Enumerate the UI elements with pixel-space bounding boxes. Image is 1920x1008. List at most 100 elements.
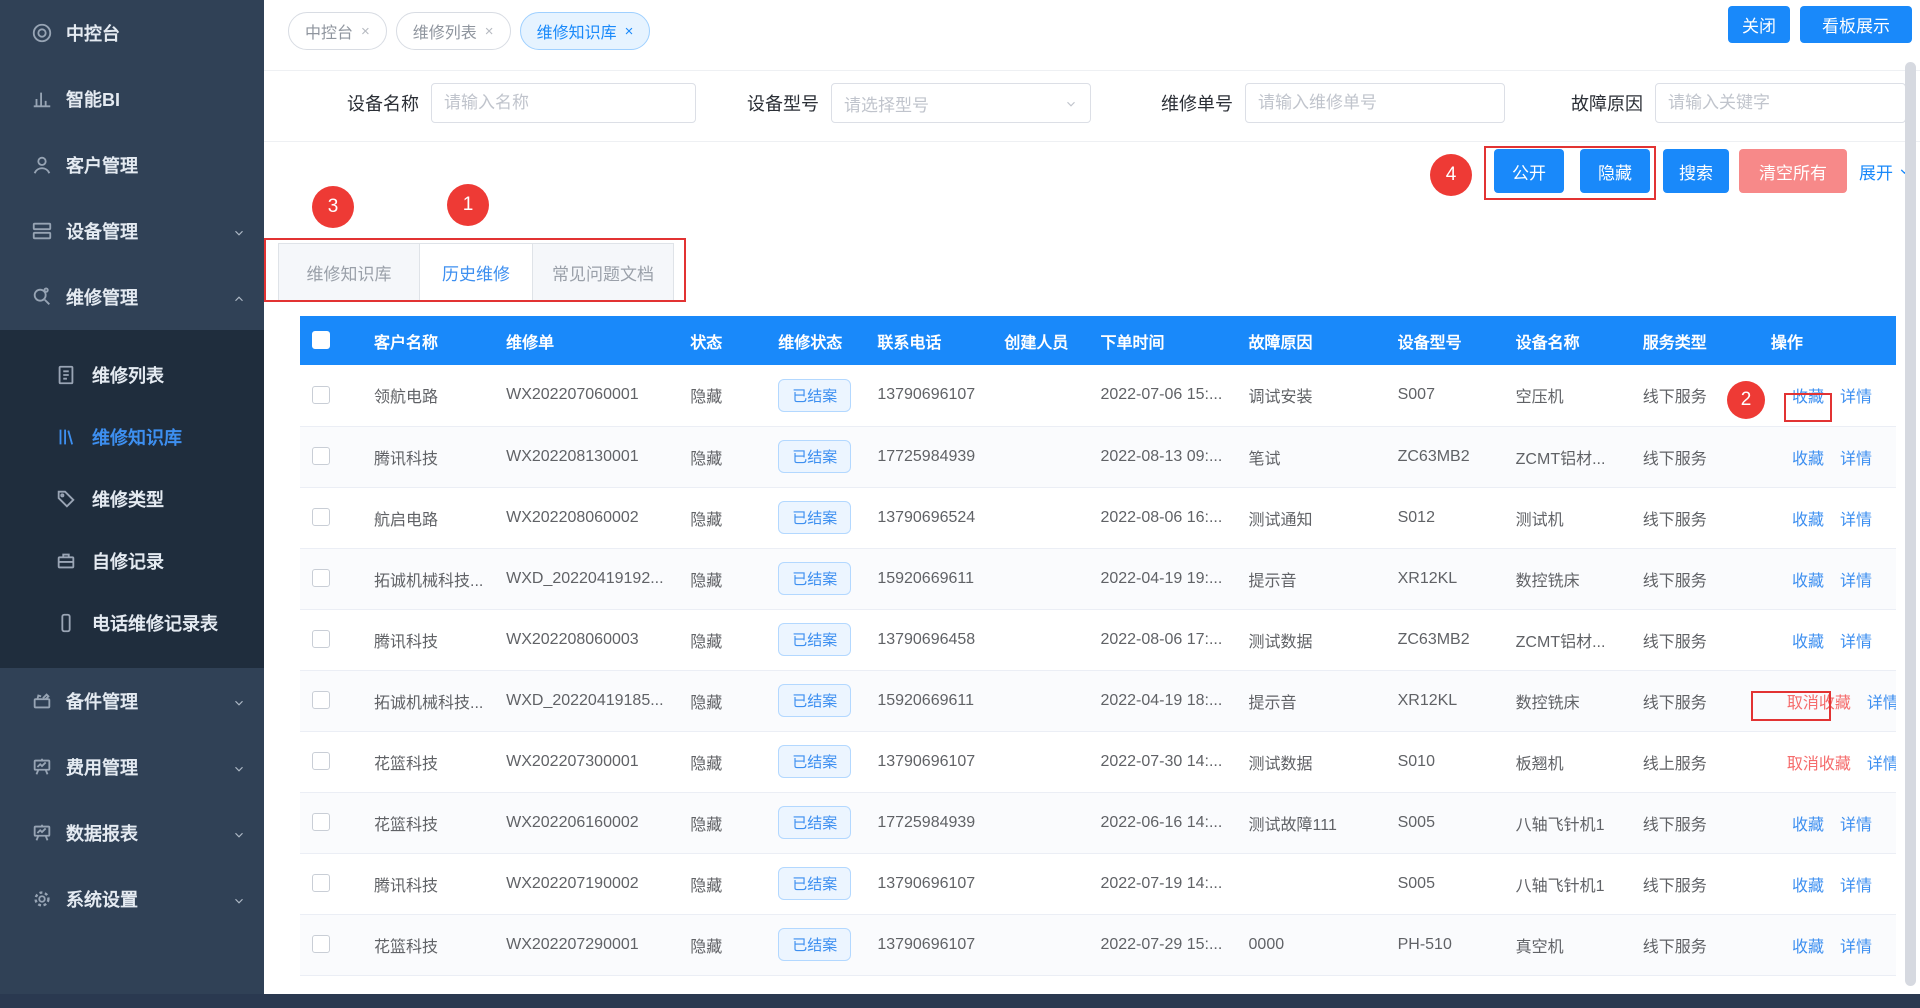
cell-time: 2022-07-29 15:... <box>1088 914 1236 975</box>
sidebar-item-console[interactable]: 中控台 <box>0 0 264 66</box>
cell-device: 八轴飞针机1 <box>1504 853 1631 914</box>
sidebar-item-settings[interactable]: 系统设置 <box>0 866 264 932</box>
clear-all-button[interactable]: 清空所有 <box>1739 149 1847 193</box>
detail-link[interactable]: 详情 <box>1867 695 1896 712</box>
cell-customer: 腾讯科技 <box>362 426 494 487</box>
cell-repair-status: 已结案 <box>766 914 865 975</box>
status-badge: 已结案 <box>778 806 851 839</box>
detail-link[interactable]: 详情 <box>1867 756 1896 773</box>
cell-fault: 调试安装 <box>1237 365 1386 426</box>
close-icon[interactable]: × <box>625 23 634 40</box>
sidebar-item-label: 中控台 <box>66 20 120 46</box>
sidebar-item-spare-parts[interactable]: 备件管理 <box>0 668 264 734</box>
device-model-select[interactable]: 请选择型号 <box>831 83 1091 123</box>
detail-link[interactable]: 详情 <box>1840 451 1872 468</box>
row-checkbox[interactable] <box>312 813 330 831</box>
sidebar-item-label: 系统设置 <box>66 886 138 912</box>
expand-link[interactable]: 展开 <box>1859 149 1911 193</box>
repair-order-input[interactable] <box>1245 83 1505 123</box>
detail-link[interactable]: 详情 <box>1840 389 1872 406</box>
favorite-link[interactable]: 收藏 <box>1792 573 1824 590</box>
status-badge: 已结案 <box>778 867 851 900</box>
favorite-link[interactable]: 收藏 <box>1792 451 1824 468</box>
row-checkbox[interactable] <box>312 508 330 526</box>
sidebar-item-knowledge-base[interactable]: 维修知识库 <box>0 406 264 468</box>
cell-service: 线下服务 <box>1631 487 1759 548</box>
cell-order: WXD_20220419192... <box>494 548 678 609</box>
col-status: 状态 <box>678 316 766 365</box>
tag-chip-knowledge-base[interactable]: 维修知识库 × <box>520 12 651 50</box>
repair-order-field: 维修单号 <box>1161 83 1505 123</box>
sidebar-item-devices[interactable]: 设备管理 <box>0 198 264 264</box>
device-name-input[interactable] <box>431 83 696 123</box>
sidebar-item-label: 维修知识库 <box>92 424 182 450</box>
row-checkbox[interactable] <box>312 630 330 648</box>
sidebar-item-phone-records[interactable]: 电话维修记录表 <box>0 592 264 654</box>
cell-status: 隐藏 <box>678 792 766 853</box>
favorite-link[interactable]: 收藏 <box>1792 817 1824 834</box>
select-all-checkbox[interactable] <box>312 331 330 349</box>
favorite-link[interactable]: 收藏 <box>1792 878 1824 895</box>
tag-icon <box>55 488 77 510</box>
repair-order-label: 维修单号 <box>1161 90 1233 116</box>
sidebar-item-repair-mgmt[interactable]: 维修管理 <box>0 264 264 330</box>
sidebar-item-self-repair[interactable]: 自修记录 <box>0 530 264 592</box>
detail-link[interactable]: 详情 <box>1840 573 1872 590</box>
sidebar-item-fees[interactable]: 费用管理 <box>0 734 264 800</box>
detail-link[interactable]: 详情 <box>1840 817 1872 834</box>
detail-link[interactable]: 详情 <box>1840 634 1872 651</box>
sidebar-item-bi[interactable]: 智能BI <box>0 66 264 132</box>
cell-order: WXD_20220419185... <box>494 670 678 731</box>
sidebar-item-reports[interactable]: 数据报表 <box>0 800 264 866</box>
detail-link[interactable]: 详情 <box>1840 878 1872 895</box>
cancel-favorite-link[interactable]: 取消收藏 <box>1787 756 1851 773</box>
detail-link[interactable]: 详情 <box>1840 939 1872 956</box>
expand-label: 展开 <box>1859 159 1893 184</box>
sidebar-item-customers[interactable]: 客户管理 <box>0 132 264 198</box>
row-checkbox[interactable] <box>312 386 330 404</box>
cell-service: 线下服务 <box>1631 548 1759 609</box>
cell-service: 线上服务 <box>1631 731 1759 792</box>
cell-model: S010 <box>1386 731 1504 792</box>
cell-time: 2022-04-19 19:... <box>1088 548 1236 609</box>
favorite-link[interactable]: 收藏 <box>1792 634 1824 651</box>
status-badge: 已结案 <box>778 440 851 473</box>
detail-link[interactable]: 详情 <box>1840 512 1872 529</box>
sidebar-item-repair-type[interactable]: 维修类型 <box>0 468 264 530</box>
favorite-link[interactable]: 收藏 <box>1792 939 1824 956</box>
cell-phone: 17725984939 <box>865 426 992 487</box>
close-icon[interactable]: × <box>361 23 370 40</box>
search-button[interactable]: 搜索 <box>1663 149 1729 193</box>
cell-fault: 0000 <box>1237 914 1386 975</box>
cell-order: WX202208130001 <box>494 426 678 487</box>
row-checkbox[interactable] <box>312 752 330 770</box>
row-checkbox[interactable] <box>312 691 330 709</box>
board-display-button[interactable]: 看板展示 <box>1800 6 1912 43</box>
cell-service: 线下服务 <box>1631 914 1759 975</box>
favorite-link[interactable]: 收藏 <box>1792 512 1824 529</box>
cell-device: 八轴飞针机1 <box>1504 792 1631 853</box>
close-icon[interactable]: × <box>485 23 494 40</box>
row-checkbox[interactable] <box>312 935 330 953</box>
chevron-down-icon <box>232 224 246 238</box>
table-row: 航启电路WX202208060002隐藏已结案137906965242022-0… <box>300 487 1896 548</box>
row-checkbox-cell <box>300 548 362 609</box>
tag-chip-repair-list[interactable]: 维修列表 × <box>396 12 511 50</box>
books-icon <box>55 426 77 448</box>
vertical-scrollbar[interactable] <box>1905 62 1916 986</box>
cell-repair-status: 已结案 <box>766 670 865 731</box>
close-button[interactable]: 关闭 <box>1728 6 1790 43</box>
cell-repair-status: 已结案 <box>766 792 865 853</box>
row-checkbox[interactable] <box>312 569 330 587</box>
col-actions: 操作 <box>1759 316 1896 365</box>
tag-chip-console[interactable]: 中控台 × <box>288 12 387 50</box>
fault-reason-input[interactable] <box>1655 83 1906 123</box>
row-checkbox[interactable] <box>312 874 330 892</box>
sidebar-item-repair-list[interactable]: 维修列表 <box>0 344 264 406</box>
row-checkbox[interactable] <box>312 447 330 465</box>
cell-status: 隐藏 <box>678 609 766 670</box>
cell-order: WX202207290001 <box>494 914 678 975</box>
cell-time: 2022-08-13 09:... <box>1088 426 1236 487</box>
row-checkbox-cell <box>300 731 362 792</box>
annotation-circle-4: 4 <box>1430 154 1472 196</box>
